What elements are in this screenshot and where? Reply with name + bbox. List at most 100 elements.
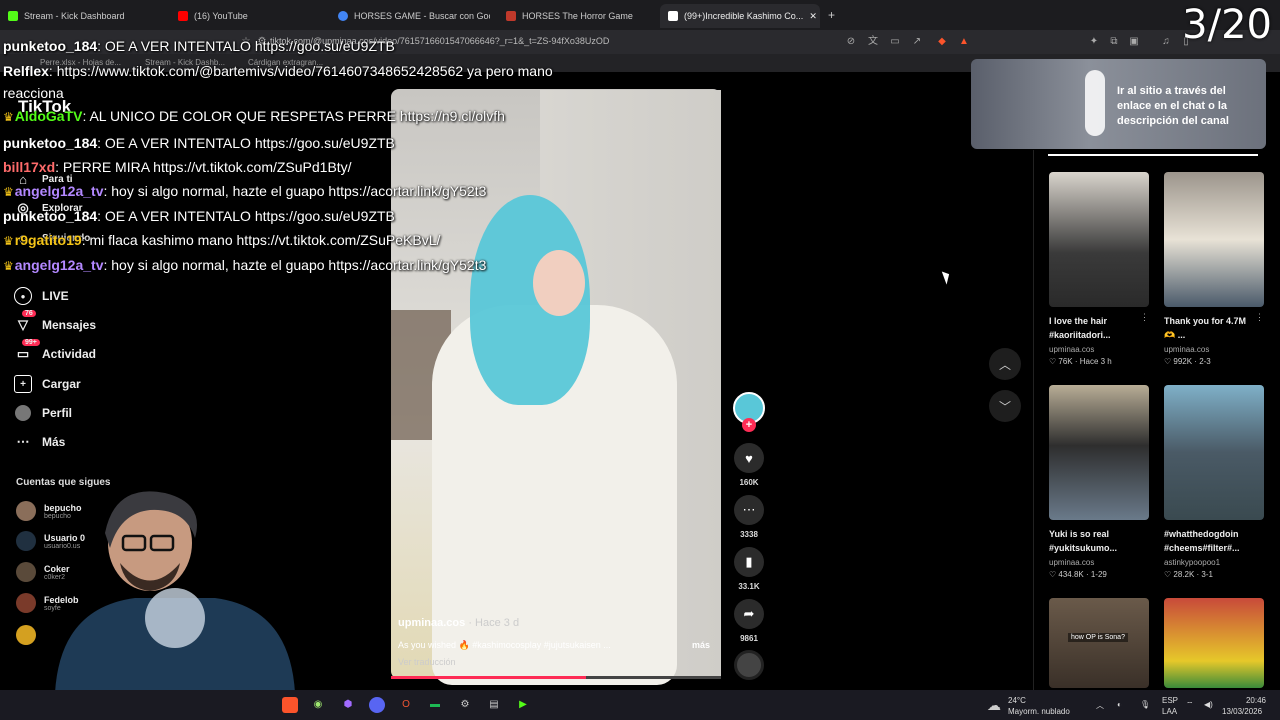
sidebar-item-mensajes[interactable]: ▽ 76 Mensajes bbox=[14, 310, 97, 334]
puzzle-icon[interactable]: ⧉ bbox=[1108, 36, 1120, 48]
comment-action[interactable]: ⋯ 3338 bbox=[733, 495, 765, 539]
video-author-name[interactable]: upminaa.cos bbox=[398, 617, 465, 629]
recommended-card[interactable]: Thank you for 4.7M 🫶 ... upminaa.cos ♡ 992… bbox=[1164, 172, 1264, 366]
region-indicator[interactable]: LAA bbox=[1162, 707, 1177, 716]
recommended-thumbnail[interactable] bbox=[1164, 598, 1264, 688]
crown-icon: ♛ bbox=[3, 259, 14, 273]
music-disc-icon[interactable] bbox=[734, 650, 764, 680]
recommended-card[interactable] bbox=[1049, 598, 1149, 688]
bookmark-icon[interactable]: ▮ bbox=[734, 547, 764, 577]
recommended-card[interactable]: Yuki is so real #yukitsukumo... upminaa.c… bbox=[1049, 385, 1149, 579]
caption-more-link[interactable]: más bbox=[692, 640, 710, 650]
thumbnail-caption: how OP is Sona? bbox=[1068, 633, 1128, 642]
share-page-icon[interactable]: ↗ bbox=[911, 36, 923, 48]
recommended-author[interactable]: upminaa.cos bbox=[1049, 345, 1149, 354]
language-indicator[interactable]: ESP bbox=[1162, 696, 1178, 705]
bookmark-tab-icon bbox=[506, 11, 516, 21]
new-tab-icon[interactable]: + bbox=[828, 8, 835, 22]
recommended-author[interactable]: upminaa.cos bbox=[1049, 558, 1149, 567]
recommended-thumbnail[interactable] bbox=[1164, 385, 1264, 520]
comment-icon[interactable]: ⋯ bbox=[734, 495, 764, 525]
recommended-thumbnail[interactable] bbox=[1164, 172, 1264, 307]
sidebar-item-mas[interactable]: ⋯ Más bbox=[14, 433, 66, 451]
media-icon[interactable]: ▤ bbox=[486, 697, 502, 713]
tab-tiktok-active[interactable]: (99+)Incredible Kashimo Co... ✕ bbox=[660, 4, 820, 28]
heart-icon[interactable]: ♥ bbox=[734, 443, 764, 473]
next-video-button[interactable]: ﹀ bbox=[989, 390, 1021, 422]
recommended-author[interactable]: upminaa.cos bbox=[1164, 345, 1264, 354]
recommended-thumbnail[interactable] bbox=[1049, 385, 1149, 520]
screen-icon[interactable]: ▭ bbox=[889, 36, 901, 48]
translate-link[interactable]: Ver traducción bbox=[398, 657, 456, 667]
volume-icon[interactable]: ◀) bbox=[1204, 700, 1213, 709]
window-icon[interactable]: ▣ bbox=[1128, 36, 1140, 48]
chat-message: Relflex: https://www.tiktok.com/@bartemi… bbox=[3, 63, 553, 79]
app-icon[interactable]: ◉ bbox=[310, 697, 326, 713]
tab-youtube[interactable]: (16) YouTube bbox=[170, 4, 320, 28]
avatar bbox=[16, 562, 36, 582]
weather-icon[interactable]: ☁ bbox=[987, 697, 1001, 714]
recommended-title[interactable]: #whatthedogdoin #cheems#filter#... bbox=[1164, 527, 1256, 555]
sidebar-item-label: Mensajes bbox=[42, 318, 97, 332]
recommended-thumbnail[interactable] bbox=[1049, 598, 1149, 688]
chat-message: ♛angelg12a_tv: hoy si algo normal, hazte… bbox=[3, 183, 487, 199]
tab-horses-game[interactable]: HORSES The Horror Game bbox=[498, 4, 658, 28]
video-author[interactable]: upminaa.cos · Hace 3 d bbox=[398, 617, 519, 629]
previous-video-button[interactable]: ︿ bbox=[989, 348, 1021, 380]
tray-app-icon[interactable]: ◐ bbox=[1117, 700, 1122, 709]
recommended-card[interactable]: #whatthedogdoin #cheems#filter#... astink… bbox=[1164, 385, 1264, 579]
weather-temp[interactable]: 24°C bbox=[1008, 696, 1026, 705]
brave-rewards-icon[interactable]: ▲ bbox=[958, 36, 970, 48]
obs-icon[interactable]: ⬢ bbox=[340, 697, 356, 713]
discord-icon[interactable] bbox=[369, 697, 385, 713]
no-tracking-icon[interactable]: ⊘ bbox=[845, 36, 857, 48]
brave-icon[interactable] bbox=[282, 697, 298, 713]
recommended-author[interactable]: astinkypoopoo1 bbox=[1164, 558, 1264, 567]
recommended-title[interactable]: I love the hair #kaoriitadori... bbox=[1049, 314, 1141, 342]
share-count: 9861 bbox=[740, 634, 758, 643]
kick-app-icon[interactable]: ▶ bbox=[515, 697, 531, 713]
more-options-icon[interactable]: ⋮ bbox=[1255, 312, 1264, 323]
tab-google-search[interactable]: HORSES GAME - Buscar con Google bbox=[330, 4, 490, 28]
message-badge: 76 bbox=[22, 310, 36, 317]
microphone-icon[interactable]: 🎙 bbox=[1140, 700, 1150, 709]
more-options-icon[interactable]: ⋮ bbox=[1140, 312, 1149, 323]
sidebar-item-cargar[interactable]: + Cargar bbox=[14, 375, 81, 393]
recommended-title[interactable]: Thank you for 4.7M 🫶 ... bbox=[1164, 314, 1256, 342]
clock-date[interactable]: 13/03/2026 bbox=[1222, 707, 1262, 716]
overlay-socials-pill bbox=[1085, 70, 1105, 136]
stream-counter: 3/20 bbox=[1182, 2, 1272, 48]
share-icon[interactable]: ➦ bbox=[734, 599, 764, 629]
share-action[interactable]: ➦ 9861 bbox=[733, 599, 765, 643]
follow-plus-icon[interactable]: + bbox=[742, 418, 756, 432]
music-icon[interactable]: ♫ bbox=[1160, 36, 1172, 48]
terminal-icon[interactable]: ▬ bbox=[427, 697, 443, 713]
sidebar-item-label: Actividad bbox=[42, 347, 97, 361]
recommended-card[interactable] bbox=[1164, 598, 1264, 688]
tab-kick-dashboard[interactable]: Stream - Kick Dashboard bbox=[0, 4, 160, 28]
avatar[interactable] bbox=[16, 625, 36, 645]
like-action[interactable]: ♥ 160K bbox=[733, 443, 765, 487]
sidebar-item-perfil[interactable]: Perfil bbox=[14, 404, 72, 422]
tray-chevron-icon[interactable]: ︿ bbox=[1096, 700, 1104, 711]
recommended-title[interactable]: Yuki is so real #yukitsukumo... bbox=[1049, 527, 1141, 555]
brave-shield-icon[interactable]: ◆ bbox=[936, 36, 948, 48]
sidebar-item-live[interactable]: ● LIVE bbox=[14, 287, 69, 305]
extension-icon[interactable]: ✦ bbox=[1088, 36, 1100, 48]
sidebar-item-actividad[interactable]: ▭ 99+ Actividad bbox=[14, 339, 97, 363]
clock-time[interactable]: 20:46 bbox=[1228, 696, 1266, 705]
close-icon[interactable]: ✕ bbox=[809, 11, 817, 22]
avatar bbox=[16, 501, 36, 521]
recommended-card[interactable]: I love the hair #kaoriitadori... upminaa.… bbox=[1049, 172, 1149, 366]
settings-app-icon[interactable]: ⚙ bbox=[457, 697, 473, 713]
bookmark-action[interactable]: ▮ 33.1K bbox=[733, 547, 765, 591]
shirt-logo bbox=[145, 588, 205, 648]
opera-icon[interactable]: O bbox=[398, 697, 414, 713]
weather-desc[interactable]: Mayorm. nublado bbox=[1008, 707, 1070, 716]
crown-icon: ♛ bbox=[3, 110, 14, 124]
recommended-thumbnail[interactable] bbox=[1049, 172, 1149, 307]
translate-icon[interactable]: 文 bbox=[867, 36, 879, 48]
message-icon: ▽ 76 bbox=[14, 310, 36, 334]
wifi-icon[interactable]: ⌔ bbox=[1186, 700, 1194, 710]
video-progress-fill bbox=[391, 676, 586, 679]
